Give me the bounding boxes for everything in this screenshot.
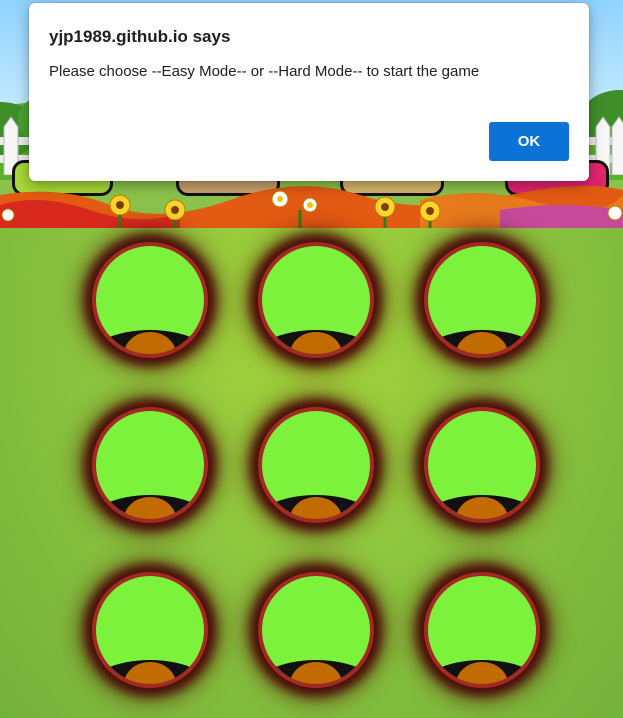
mole-hole-9[interactable]: [424, 572, 540, 688]
mole-hole-6[interactable]: [424, 407, 540, 523]
alert-dialog: yjp1989.github.io says Please choose --E…: [29, 3, 589, 181]
mole-hole-1[interactable]: [92, 242, 208, 358]
ok-button[interactable]: OK: [489, 122, 569, 161]
dialog-title: yjp1989.github.io says: [49, 27, 231, 46]
mole-hole-4[interactable]: [92, 407, 208, 523]
dialog-message: Please choose --Easy Mode-- or --Hard Mo…: [49, 63, 480, 80]
mole-hole-7[interactable]: [92, 572, 208, 688]
mole-hole-5[interactable]: [258, 407, 374, 523]
mole-hole-3[interactable]: [424, 242, 540, 358]
mole-hole-2[interactable]: [258, 242, 374, 358]
mole-hole-8[interactable]: [258, 572, 374, 688]
